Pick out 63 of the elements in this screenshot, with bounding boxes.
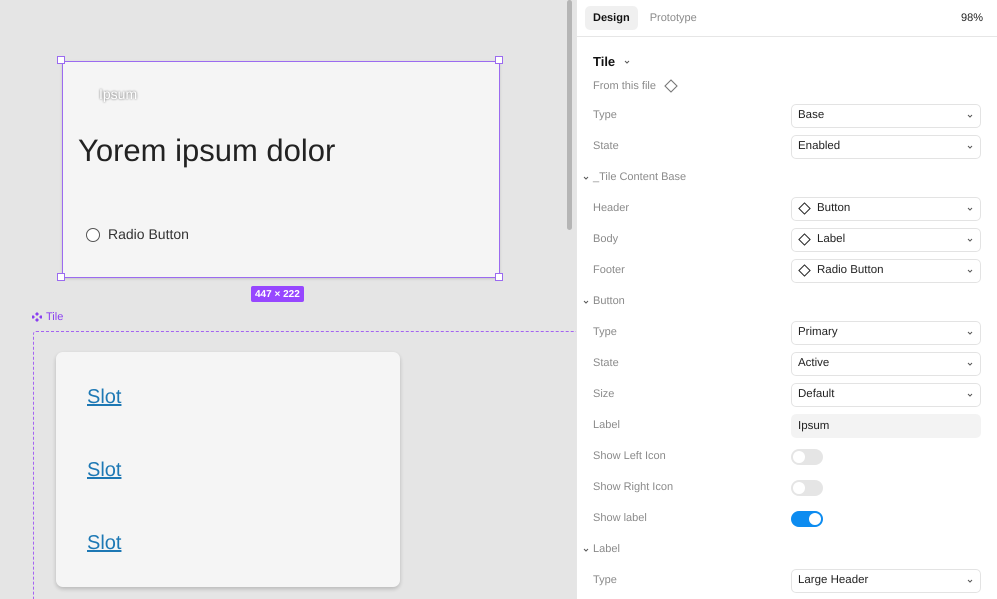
slot-link[interactable]: Slot <box>87 528 122 558</box>
property-label: State <box>592 139 620 154</box>
text-field[interactable]: Ipsum <box>791 414 981 438</box>
chevron-down-icon <box>623 59 632 65</box>
size-badge: 447 × 222 <box>251 286 304 302</box>
component-name: Tile <box>593 53 616 72</box>
property-label: Show Right Icon <box>592 480 674 496</box>
resize-handle[interactable] <box>495 273 503 281</box>
resize-handle[interactable] <box>495 56 503 64</box>
component-label: Tile <box>46 310 64 325</box>
panel-tab[interactable]: Design <box>585 6 638 30</box>
toggle-switch[interactable] <box>791 448 823 464</box>
tile-heading: Yorem ipsum dolor <box>78 132 336 170</box>
chevron-down-icon <box>966 144 974 150</box>
property-label: Type <box>592 108 618 124</box>
diamond-icon <box>798 202 811 215</box>
property-label: Size <box>592 387 616 402</box>
dropdown[interactable]: Primary <box>791 320 981 344</box>
component-icon <box>32 312 42 322</box>
button-label: Ipsum <box>99 85 138 104</box>
property-label: Type <box>592 573 618 588</box>
zoom-level[interactable]: 98% <box>960 10 989 26</box>
property-label: Body <box>592 232 620 248</box>
component-source: From this file <box>593 78 656 94</box>
toggle-switch[interactable] <box>791 510 823 526</box>
dropdown[interactable]: Button <box>791 196 981 220</box>
dropdown[interactable]: Default <box>791 382 981 406</box>
chevron-down-icon <box>966 268 974 274</box>
property-label: Type <box>592 325 618 340</box>
property-label: Footer <box>592 263 626 278</box>
radio-button[interactable] <box>86 228 100 242</box>
diamond-icon <box>798 233 811 246</box>
slot-link[interactable]: Slot <box>87 382 122 412</box>
dropdown[interactable]: Radio Button <box>791 258 981 282</box>
property-label: Label <box>592 418 621 434</box>
chevron-down-icon <box>966 236 974 242</box>
chevron-down-icon <box>582 298 590 304</box>
toggle-switch[interactable] <box>791 480 823 496</box>
dropdown[interactable]: Large Header <box>791 568 981 592</box>
chevron-down-icon <box>966 392 974 398</box>
chevron-down-icon <box>582 174 590 180</box>
dropdown[interactable]: Active <box>791 352 981 376</box>
property-label: Show label <box>592 511 648 526</box>
chevron-down-icon <box>966 360 974 366</box>
tile-frame[interactable]: Ipsum Yorem ipsum dolor Radio Button <box>62 61 500 278</box>
chevron-down-icon <box>966 578 974 584</box>
resize-handle[interactable] <box>57 56 65 64</box>
property-label: Show Left Icon <box>592 449 667 464</box>
diamond-icon <box>664 79 678 93</box>
slot-link[interactable]: Slot <box>87 454 122 484</box>
chevron-down-icon <box>966 330 974 336</box>
diamond-icon <box>798 264 811 277</box>
chevron-down-icon <box>966 112 974 118</box>
chevron-down-icon <box>966 206 974 212</box>
property-label: State <box>592 356 620 372</box>
dropdown[interactable]: Enabled <box>791 134 981 158</box>
dropdown[interactable]: Label <box>791 228 981 252</box>
dropdown[interactable]: Base <box>791 104 981 128</box>
resize-handle[interactable] <box>57 273 65 281</box>
chevron-down-icon <box>582 546 590 552</box>
radio-label: Radio Button <box>108 225 189 244</box>
property-label: Header <box>592 201 630 216</box>
scrollbar[interactable] <box>567 0 572 230</box>
